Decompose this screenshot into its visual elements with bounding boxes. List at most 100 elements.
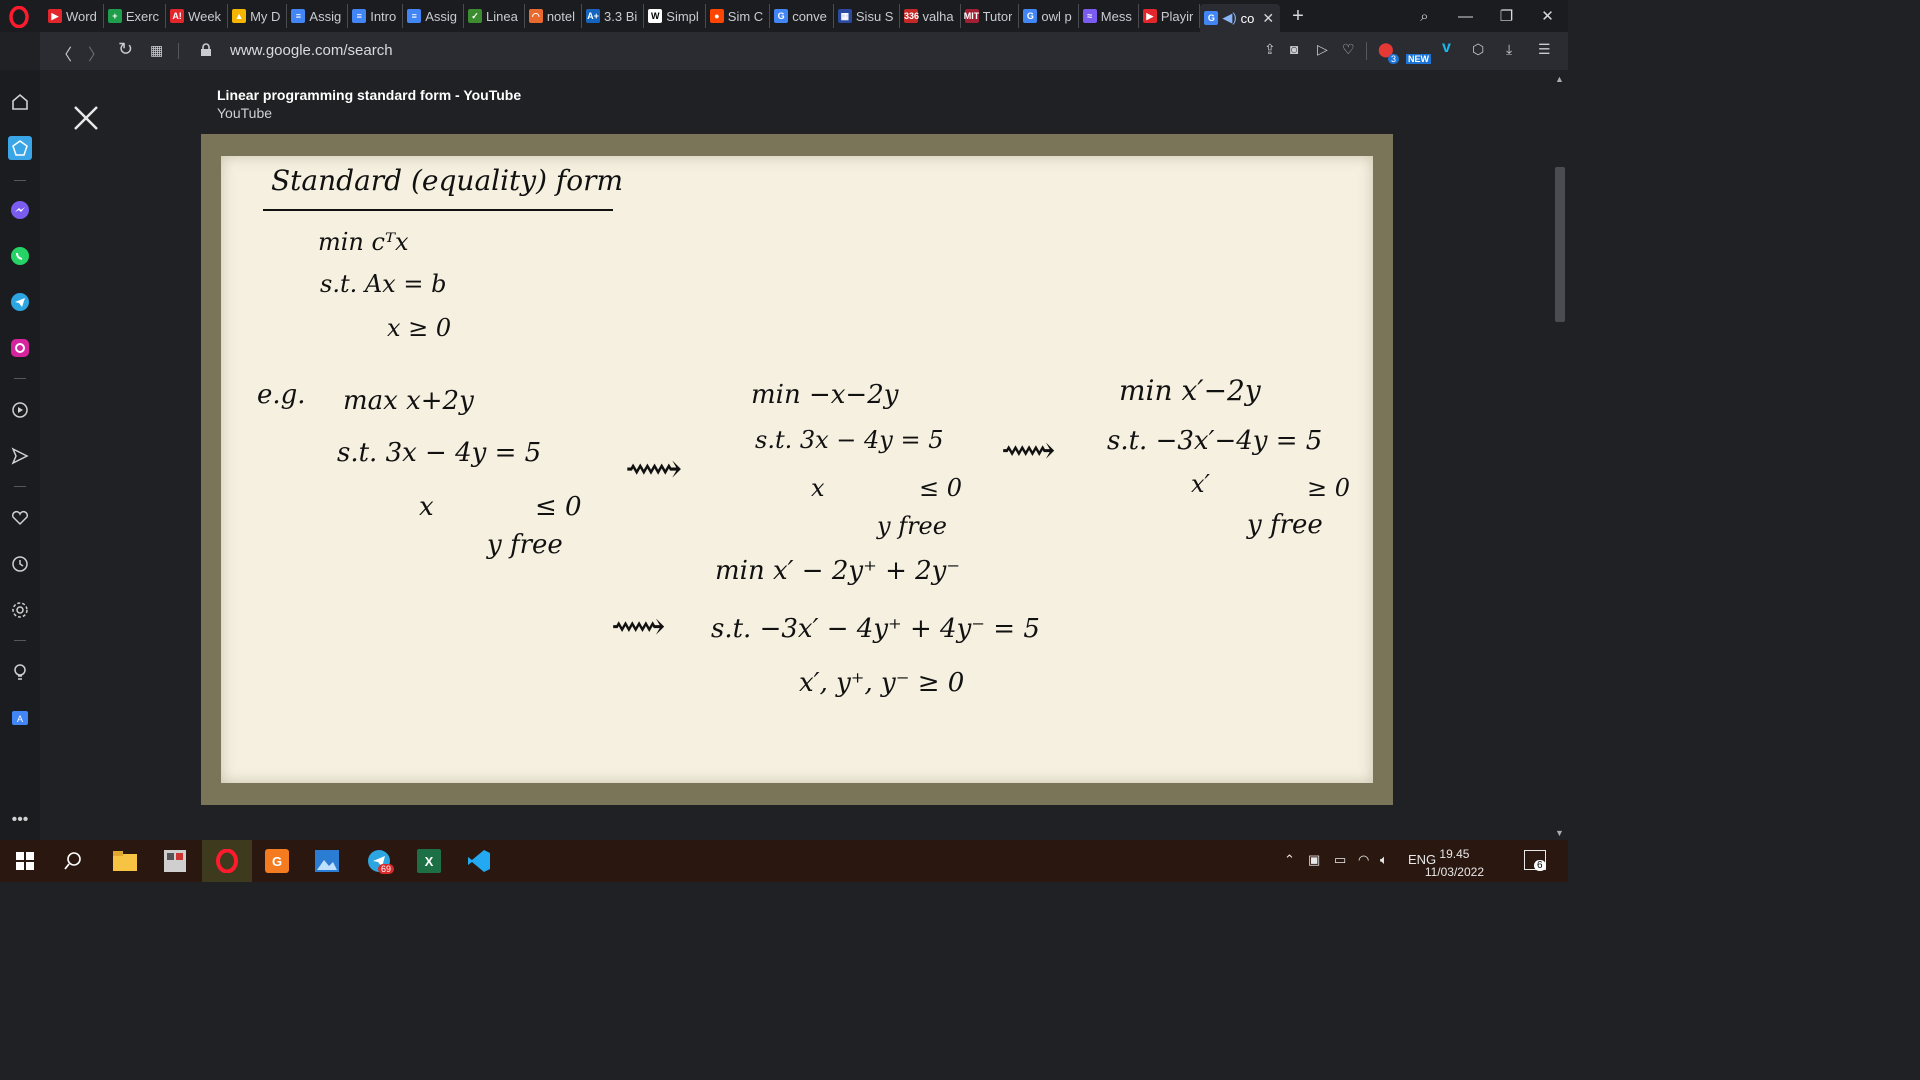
std-objective: min cᵀx — [318, 228, 409, 256]
opera-taskbar-icon[interactable] — [212, 846, 242, 876]
excel-icon[interactable]: X — [414, 846, 444, 876]
player-icon[interactable] — [10, 400, 30, 420]
photos-icon[interactable] — [312, 846, 342, 876]
tab-favicon-icon: ≈ — [1082, 9, 1097, 23]
battery-icon[interactable]: ▭ — [1334, 852, 1346, 868]
browser-tab[interactable]: + Exerc — [104, 4, 167, 28]
ex2-x-bound: ≤ 0 — [919, 474, 963, 502]
reload-icon[interactable]: ↻ — [118, 39, 133, 60]
tabs-grid-icon[interactable]: ▦ — [150, 42, 163, 59]
scroll-up-icon[interactable]: ▲ — [1555, 74, 1564, 84]
browser-tab[interactable]: 336 valha — [900, 4, 961, 28]
browser-tab[interactable]: ✓ Linea — [464, 4, 525, 28]
sidebar-divider — [14, 640, 26, 641]
cube-icon[interactable]: ⬡ — [1472, 41, 1484, 58]
telegram-badge: 69 — [378, 864, 395, 874]
tab-favicon-icon: G — [1023, 9, 1038, 23]
sidebar: A ••• — [0, 70, 40, 840]
ex2-objective: min −x−2y — [751, 380, 899, 410]
browser-tab[interactable]: ● Sim C — [706, 4, 771, 28]
more-options-icon[interactable]: ••• — [10, 810, 30, 830]
search-icon[interactable] — [58, 846, 88, 876]
video-source[interactable]: YouTube — [217, 105, 272, 121]
url-field[interactable]: www.google.com/search — [230, 42, 393, 59]
download-icon[interactable]: ⤓ — [1506, 41, 1512, 58]
ex3-var-x: x′ — [1191, 470, 1210, 498]
browser-tab[interactable]: ◠ notel — [525, 4, 583, 28]
active-browser-tab[interactable]: G ◀) co ✕ — [1200, 4, 1281, 32]
google-icon: G — [1204, 11, 1219, 25]
tab-label: owl p — [1041, 8, 1072, 24]
vscode-icon[interactable] — [464, 846, 494, 876]
volume-icon[interactable]: 🔈︎ — [1380, 852, 1388, 868]
opera-logo-icon[interactable] — [8, 6, 30, 28]
search-tabs-icon[interactable]: ⌕ — [1404, 8, 1445, 25]
browser-tab[interactable]: A+ 3.3 Bi — [582, 4, 645, 28]
scroll-thumb[interactable] — [1555, 167, 1565, 322]
browser-tab[interactable]: ▶ Word — [44, 4, 104, 28]
clock[interactable]: 19.45 11/03/2022 — [1425, 845, 1484, 881]
ex2-y-free: y free — [877, 512, 947, 540]
browser-tab[interactable]: ≡ Assig — [287, 4, 349, 28]
lightbulb-icon[interactable] — [10, 662, 30, 682]
browser-tab[interactable]: ▶ Playir — [1139, 4, 1201, 28]
back-button[interactable]: 〈 — [56, 41, 72, 65]
browser-tab[interactable]: ≈ Mess — [1079, 4, 1139, 28]
browser-tab[interactable]: W Simpl — [644, 4, 706, 28]
video-thumbnail[interactable]: Standard (equality) form min cᵀx s.t. Ax… — [201, 134, 1393, 805]
home-icon[interactable] — [10, 92, 30, 112]
tab-favicon-icon: ≡ — [407, 9, 422, 23]
share-icon[interactable]: ⇪ — [1264, 41, 1276, 58]
browser-tab[interactable]: MIT Tutor — [961, 4, 1020, 28]
file-explorer-icon[interactable] — [110, 846, 140, 876]
calculator-icon[interactable] — [160, 846, 190, 876]
image-viewer: Linear programming standard form - YouTu… — [40, 70, 1552, 840]
close-window-button[interactable]: ✕ — [1527, 7, 1568, 25]
whatsapp-icon[interactable] — [10, 246, 30, 266]
show-hidden-icons[interactable]: ⌃ — [1284, 852, 1295, 868]
instagram-icon[interactable] — [10, 338, 30, 358]
forward-button[interactable]: 〉 — [88, 41, 104, 65]
lock-icon[interactable] — [200, 43, 212, 57]
heart-icon[interactable]: ♡ — [1342, 41, 1355, 58]
easy-setup-icon[interactable]: ☰ — [1538, 41, 1551, 58]
speed-dial-icon[interactable] — [8, 136, 32, 160]
browser-tab[interactable]: A! Week — [166, 4, 229, 28]
minimize-button[interactable]: — — [1445, 8, 1486, 25]
messenger-icon[interactable] — [10, 200, 30, 220]
browser-tab[interactable]: Gconve — [770, 4, 834, 28]
pinboard-heart-icon[interactable] — [10, 508, 30, 528]
browser-tab[interactable]: Gowl p — [1019, 4, 1079, 28]
flow-icon[interactable] — [10, 446, 30, 466]
translate-icon[interactable]: A — [10, 708, 30, 728]
tab-list: ▶ Word + Exerc A! Week ▲ My D ≡ Assig ≡ Intro ≡ Assig… — [44, 0, 1304, 32]
ex1-constraint: s.t. 3x − 4y = 5 — [337, 438, 542, 468]
browser-tab[interactable]: ≡ Intro — [348, 4, 404, 28]
tab-label: Sim C — [727, 8, 764, 24]
camera-icon[interactable]: ◙ — [1290, 41, 1298, 57]
scroll-down-icon[interactable]: ▼ — [1555, 828, 1564, 838]
browser-tab[interactable]: ▲ My D — [228, 4, 288, 28]
browser-tab[interactable]: ▦ Sisu S — [834, 4, 901, 28]
video-title[interactable]: Linear programming standard form - YouTu… — [217, 87, 521, 103]
send-icon[interactable]: ▷ — [1317, 41, 1328, 58]
window-controls: ⌕ — ❐ ✕ — [1404, 0, 1568, 32]
browser-tab[interactable]: ≡ Assig — [403, 4, 465, 28]
tab-favicon-icon: ≡ — [352, 9, 367, 23]
new-tab-button[interactable]: + — [1292, 5, 1304, 28]
telegram-icon[interactable] — [10, 292, 30, 312]
svg-text:G: G — [272, 854, 282, 869]
tab-label: co — [1240, 10, 1255, 26]
audio-playing-icon[interactable]: ◀) — [1222, 10, 1236, 26]
close-tab-icon[interactable]: ✕ — [1262, 10, 1274, 27]
settings-gear-icon[interactable] — [10, 600, 30, 620]
scrollbar[interactable]: ▲ ▼ — [1552, 70, 1568, 840]
restore-button[interactable]: ❐ — [1486, 7, 1527, 25]
windows-start-icon[interactable] — [10, 846, 40, 876]
close-viewer-icon[interactable] — [72, 104, 100, 132]
wifi-icon[interactable]: ◠ — [1358, 852, 1369, 868]
history-icon[interactable] — [10, 554, 30, 574]
device-icon[interactable]: ▣ — [1308, 852, 1320, 868]
pdf-app-icon[interactable]: G — [262, 846, 292, 876]
vimeo-icon[interactable]: v — [1442, 39, 1451, 57]
